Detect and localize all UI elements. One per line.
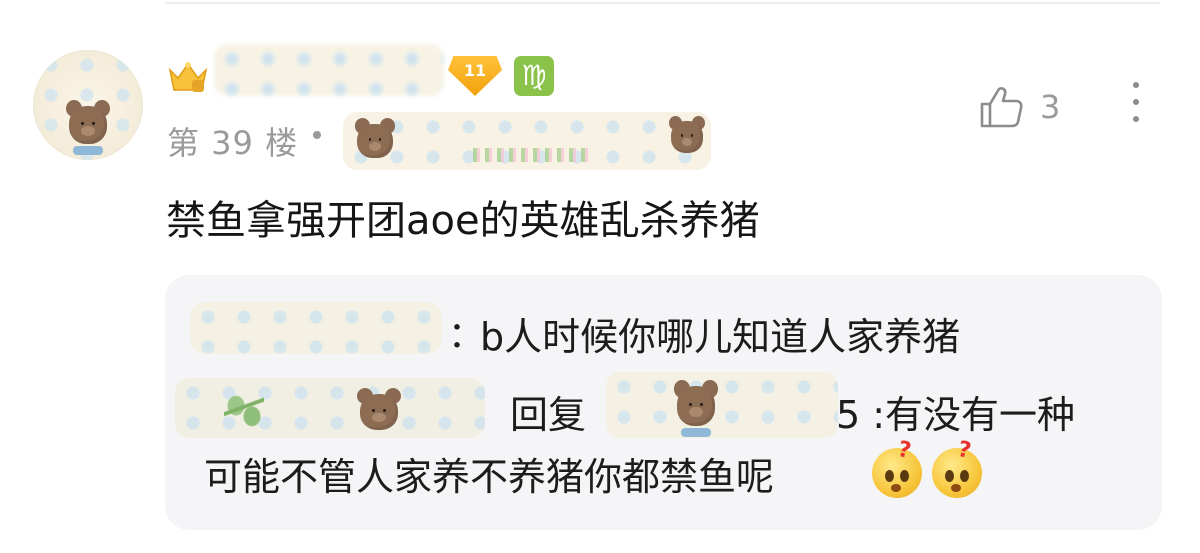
reply-text: b人时候你哪儿知道人家养猪 bbox=[480, 315, 961, 359]
reply-colon: ： bbox=[448, 315, 485, 356]
top-divider bbox=[165, 2, 1160, 4]
like-count: 3 bbox=[1040, 88, 1061, 126]
leaf-decoration bbox=[224, 384, 264, 438]
bear-sticker-icon bbox=[355, 388, 403, 436]
bear-avatar-icon bbox=[64, 100, 112, 155]
virgo-icon: ♍ bbox=[514, 56, 554, 96]
thumbs-up-icon[interactable] bbox=[978, 84, 1024, 130]
avatar[interactable] bbox=[33, 50, 143, 160]
crown-icon bbox=[168, 62, 208, 92]
reply-author-blurred[interactable] bbox=[175, 378, 485, 438]
reply-author-blurred[interactable] bbox=[190, 302, 442, 354]
more-vertical-icon[interactable] bbox=[1128, 82, 1144, 130]
separator-dot bbox=[313, 131, 321, 139]
reply-verb: 回复 bbox=[510, 393, 587, 437]
level-badge: 11 bbox=[448, 56, 502, 96]
bear-avatar-icon bbox=[672, 380, 720, 438]
bear-sticker-icon bbox=[667, 116, 707, 158]
thinking-face-icon: ? bbox=[872, 437, 922, 498]
comment-text: 禁鱼拿强开团aoe的英雄乱杀养猪 bbox=[166, 198, 760, 244]
level-number: 11 bbox=[463, 61, 487, 80]
flower-decoration bbox=[473, 148, 593, 162]
username-blurred[interactable] bbox=[214, 44, 444, 96]
floor-number: 第 39 楼 bbox=[167, 124, 299, 162]
badge-strip-blurred bbox=[343, 112, 711, 170]
reply-text-continued: 可能不管人家养不养猪你都禁鱼呢 bbox=[204, 455, 775, 499]
reply-target-blurred[interactable] bbox=[606, 372, 838, 438]
thinking-face-icon: ? bbox=[932, 437, 982, 498]
reply-text: 5 :有没有一种 bbox=[836, 393, 1076, 437]
bear-sticker-icon bbox=[353, 118, 397, 164]
